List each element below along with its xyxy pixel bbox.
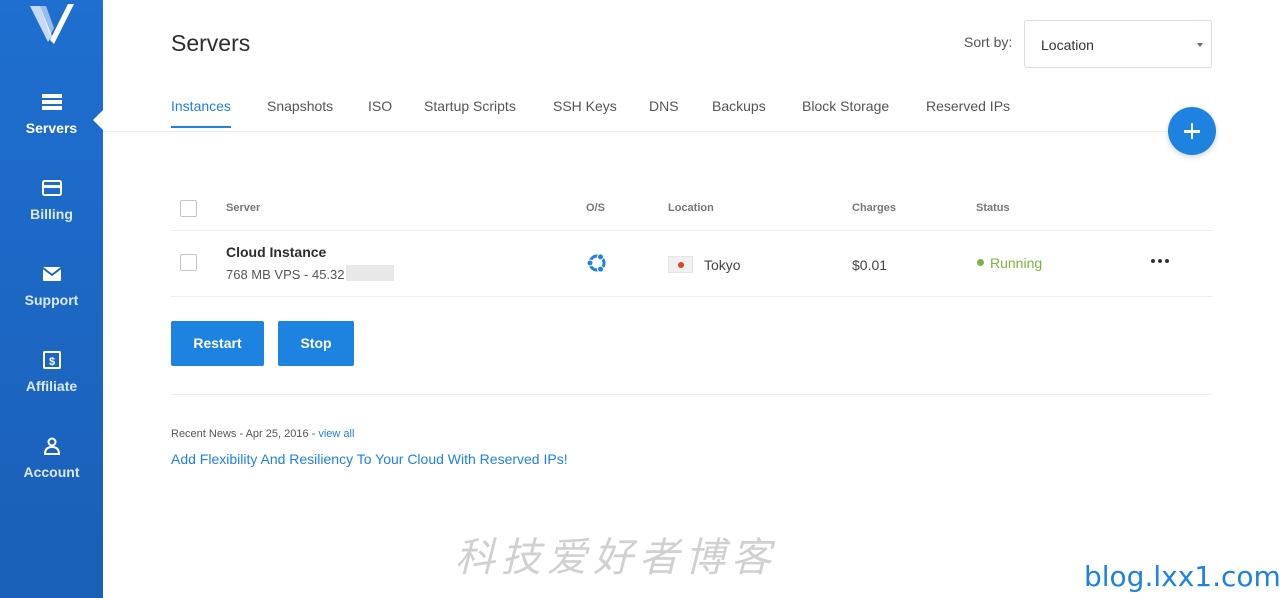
dot bbox=[1165, 259, 1169, 263]
sidebar-item-affiliate[interactable]: $ Affiliate bbox=[0, 350, 103, 396]
select-all-checkbox[interactable] bbox=[180, 200, 197, 217]
news-meta: Recent News - Apr 25, 2016 - view all bbox=[171, 428, 354, 440]
restart-button[interactable]: Restart bbox=[171, 321, 264, 366]
tab-bar: Instances Snapshots ISO Startup Scripts … bbox=[171, 98, 1212, 132]
site-watermark: blog.lxx1.com bbox=[1084, 560, 1280, 593]
column-header-charges: Charges bbox=[852, 202, 897, 214]
tab-iso[interactable]: ISO bbox=[368, 98, 392, 126]
page-title: Servers bbox=[171, 30, 251, 56]
column-header-location: Location bbox=[668, 202, 714, 214]
ubuntu-icon bbox=[586, 253, 606, 273]
server-charges: $0.01 bbox=[852, 257, 888, 273]
dot bbox=[1158, 259, 1162, 263]
add-server-button[interactable] bbox=[1168, 107, 1216, 155]
dollar-icon: $ bbox=[42, 351, 61, 369]
billing-icon bbox=[41, 180, 62, 196]
chevron-down-icon bbox=[1197, 43, 1203, 47]
dot bbox=[1151, 259, 1155, 263]
sidebar-item-support[interactable]: Support bbox=[0, 264, 103, 310]
status-indicator-icon bbox=[977, 259, 984, 266]
tab-ssh-keys[interactable]: SSH Keys bbox=[553, 98, 617, 126]
sidebar-item-label: Servers bbox=[25, 120, 78, 136]
more-options-icon[interactable] bbox=[1150, 254, 1172, 268]
row-checkbox[interactable] bbox=[180, 254, 197, 271]
section-divider bbox=[171, 394, 1212, 395]
sort-select-value: Location bbox=[1041, 37, 1094, 53]
server-name-link[interactable]: Cloud Instance bbox=[226, 244, 326, 260]
japan-flag-icon bbox=[668, 256, 693, 273]
server-details: 768 MB VPS - 45.32 bbox=[226, 267, 345, 282]
flag-dot bbox=[678, 262, 684, 268]
status-badge: Running bbox=[990, 255, 1043, 271]
tab-snapshots[interactable]: Snapshots bbox=[267, 98, 333, 126]
table-divider bbox=[171, 230, 1212, 231]
server-location: Tokyo bbox=[704, 257, 741, 273]
sidebar-item-label: Billing bbox=[30, 206, 73, 222]
redacted-ip bbox=[346, 265, 394, 281]
mail-icon bbox=[41, 267, 62, 281]
user-icon bbox=[43, 437, 60, 455]
tab-startup-scripts[interactable]: Startup Scripts bbox=[424, 98, 516, 126]
watermark-text: 科技爱好者博客 bbox=[455, 535, 777, 581]
tab-backups[interactable]: Backups bbox=[712, 98, 766, 126]
svg-text:$: $ bbox=[48, 356, 54, 368]
vultr-logo-icon[interactable] bbox=[26, 0, 76, 46]
news-date-text: Recent News - Apr 25, 2016 - bbox=[171, 428, 319, 440]
sidebar-item-servers[interactable]: Servers bbox=[0, 92, 103, 138]
sidebar-item-label: Support bbox=[24, 292, 79, 308]
tab-reserved-ips[interactable]: Reserved IPs bbox=[926, 98, 1010, 126]
sidebar-item-billing[interactable]: Billing bbox=[0, 178, 103, 224]
tab-dns[interactable]: DNS bbox=[649, 98, 679, 126]
tab-instances[interactable]: Instances bbox=[171, 98, 231, 128]
servers-icon bbox=[41, 94, 62, 110]
tab-block-storage[interactable]: Block Storage bbox=[802, 98, 889, 126]
sidebar-item-account[interactable]: Account bbox=[0, 436, 103, 482]
plus-icon-vertical bbox=[1190, 123, 1194, 139]
column-header-os: O/S bbox=[586, 202, 605, 214]
sidebar: Servers Billing Support $ Affiliate Acco… bbox=[0, 0, 103, 598]
view-all-link[interactable]: view all bbox=[318, 428, 354, 440]
sidebar-item-label: Account bbox=[23, 464, 80, 480]
tabs-divider bbox=[103, 131, 1212, 132]
column-header-status: Status bbox=[976, 202, 1010, 214]
news-headline-link[interactable]: Add Flexibility And Resiliency To Your C… bbox=[171, 451, 568, 467]
stop-button[interactable]: Stop bbox=[278, 321, 354, 366]
table-divider bbox=[171, 296, 1212, 297]
sidebar-item-label: Affiliate bbox=[25, 378, 78, 394]
column-header-server: Server bbox=[226, 202, 261, 214]
sort-select[interactable]: Location bbox=[1024, 20, 1212, 68]
sort-label: Sort by: bbox=[964, 34, 1013, 50]
